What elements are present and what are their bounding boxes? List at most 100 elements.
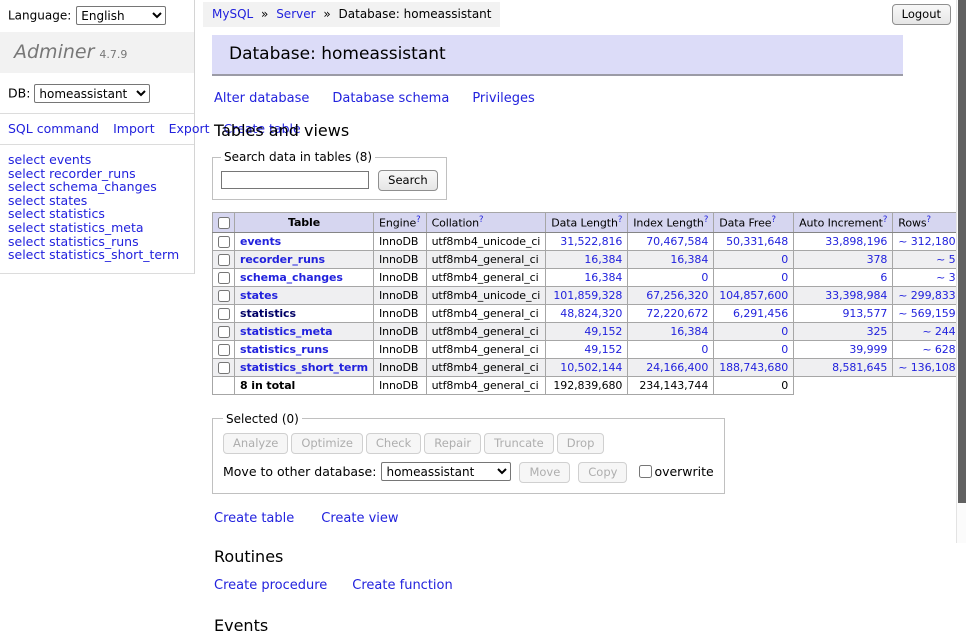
- rows-count-link[interactable]: ~ 628: [922, 343, 955, 356]
- language-select[interactable]: English: [76, 6, 166, 25]
- truncate-button[interactable]: Truncate: [484, 433, 554, 454]
- data-free-link[interactable]: 0: [781, 343, 788, 356]
- breadcrumb-link[interactable]: Server: [276, 7, 315, 21]
- rows-count-link[interactable]: ~ 569,159: [898, 307, 955, 320]
- row-checkbox[interactable]: [218, 362, 230, 374]
- search-button[interactable]: Search: [378, 170, 438, 191]
- table-name-link[interactable]: statistics_meta: [240, 325, 333, 338]
- import-link[interactable]: Import: [113, 121, 155, 136]
- data-free-link[interactable]: 104,857,600: [719, 289, 788, 302]
- auto-increment-link[interactable]: 39,999: [849, 343, 887, 356]
- data-free-link[interactable]: 0: [781, 325, 788, 338]
- column-help-link[interactable]: ?: [883, 215, 887, 225]
- data-length-link[interactable]: 10,502,144: [560, 361, 622, 374]
- privileges-link[interactable]: Privileges: [472, 91, 535, 106]
- create-function-link[interactable]: Create function: [352, 578, 452, 593]
- row-checkbox[interactable]: [218, 290, 230, 302]
- sidebar-table-link[interactable]: statistics_short_term: [49, 247, 179, 262]
- auto-increment-link[interactable]: 6: [880, 271, 887, 284]
- index-length-link[interactable]: 0: [701, 271, 708, 284]
- move-button[interactable]: Move: [519, 462, 570, 483]
- rows-count-link[interactable]: ~ 5: [936, 253, 955, 266]
- rows-count-link[interactable]: ~ 312,180: [898, 235, 955, 248]
- auto-increment-link[interactable]: 8,581,645: [832, 361, 887, 374]
- check-button[interactable]: Check: [366, 433, 421, 454]
- copy-button[interactable]: Copy: [578, 462, 627, 483]
- row-checkbox[interactable]: [218, 254, 230, 266]
- sidebar-select-link[interactable]: select: [8, 247, 45, 262]
- create-table-link[interactable]: Create table: [214, 511, 294, 526]
- auto-increment-link[interactable]: 33,898,196: [825, 235, 887, 248]
- analyze-button[interactable]: Analyze: [223, 433, 288, 454]
- breadcrumb-link[interactable]: MySQL: [212, 7, 253, 21]
- search-input[interactable]: [221, 171, 369, 189]
- total-engine-cell: InnoDB: [374, 376, 427, 394]
- scrollbar-thumb[interactable]: [958, 0, 966, 503]
- row-checkbox[interactable]: [218, 326, 230, 338]
- rows-count-link[interactable]: ~ 299,833: [898, 289, 955, 302]
- row-checkbox[interactable]: [218, 272, 230, 284]
- data-free-link[interactable]: 188,743,680: [719, 361, 788, 374]
- db-select[interactable]: homeassistant: [34, 84, 150, 103]
- data-length-link[interactable]: 49,152: [584, 343, 622, 356]
- rows-count-link[interactable]: ~ 3: [936, 271, 955, 284]
- auto-increment-link[interactable]: 378: [867, 253, 888, 266]
- logout-button[interactable]: Logout: [892, 4, 951, 25]
- data-length-link[interactable]: 16,384: [584, 271, 622, 284]
- data-free-link[interactable]: 0: [781, 271, 788, 284]
- vertical-scrollbar[interactable]: [956, 0, 966, 543]
- repair-button[interactable]: Repair: [424, 433, 481, 454]
- row-checkbox[interactable]: [218, 236, 230, 248]
- column-help-link[interactable]: ?: [704, 215, 708, 225]
- column-help-link[interactable]: ?: [618, 215, 622, 225]
- index-length-link[interactable]: 67,256,320: [646, 289, 708, 302]
- index-length-link[interactable]: 72,220,672: [646, 307, 708, 320]
- column-help-link[interactable]: ?: [926, 215, 930, 225]
- auto-increment-link[interactable]: 913,577: [842, 307, 887, 320]
- create-procedure-link[interactable]: Create procedure: [214, 578, 327, 593]
- rows-count-link[interactable]: ~ 244: [922, 325, 955, 338]
- auto_increment-cell: 6: [794, 268, 893, 286]
- data-length-link[interactable]: 48,824,320: [560, 307, 622, 320]
- export-link[interactable]: Export: [169, 121, 210, 136]
- sidebar-table-list: select eventsselect recorder_runsselect …: [0, 145, 194, 273]
- index-length-link[interactable]: 24,166,400: [646, 361, 708, 374]
- column-header-data-free: Data Free?: [714, 213, 794, 233]
- table-name-link[interactable]: events: [240, 235, 281, 248]
- data-length-link[interactable]: 31,522,816: [560, 235, 622, 248]
- table-name-link[interactable]: statistics_short_term: [240, 361, 368, 374]
- select-all-checkbox[interactable]: [218, 217, 230, 229]
- table-name-link[interactable]: schema_changes: [240, 271, 343, 284]
- table-name-link[interactable]: recorder_runs: [240, 253, 325, 266]
- rows-count-link[interactable]: ~ 136,108: [898, 361, 955, 374]
- column-help-link[interactable]: ?: [771, 215, 775, 225]
- alter-database-link[interactable]: Alter database: [214, 91, 309, 106]
- row-checkbox[interactable]: [218, 344, 230, 356]
- index-length-link[interactable]: 0: [701, 343, 708, 356]
- column-help-link[interactable]: ?: [479, 215, 483, 225]
- data-free-link[interactable]: 6,291,456: [733, 307, 788, 320]
- drop-button[interactable]: Drop: [557, 433, 605, 454]
- overwrite-checkbox[interactable]: [639, 465, 652, 478]
- move-database-select[interactable]: homeassistant: [381, 462, 511, 481]
- create-view-link[interactable]: Create view: [321, 511, 398, 526]
- data-length-link[interactable]: 49,152: [584, 325, 622, 338]
- auto-increment-link[interactable]: 325: [867, 325, 888, 338]
- data-length-link[interactable]: 16,384: [584, 253, 622, 266]
- table-row: eventsInnoDButf8mb4_unicode_ci31,522,816…: [213, 232, 966, 250]
- data-free-link[interactable]: 0: [781, 253, 788, 266]
- data-free-link[interactable]: 50,331,648: [726, 235, 788, 248]
- index-length-link[interactable]: 16,384: [670, 325, 708, 338]
- table-name-link[interactable]: statistics_runs: [240, 343, 329, 356]
- data-length-link[interactable]: 101,859,328: [553, 289, 622, 302]
- index-length-link[interactable]: 16,384: [670, 253, 708, 266]
- row-checkbox[interactable]: [218, 308, 230, 320]
- sql-command-link[interactable]: SQL command: [8, 121, 99, 136]
- column-help-link[interactable]: ?: [416, 215, 420, 225]
- table-name-link[interactable]: states: [240, 289, 278, 302]
- auto-increment-link[interactable]: 33,398,984: [825, 289, 887, 302]
- optimize-button[interactable]: Optimize: [291, 433, 363, 454]
- index-length-link[interactable]: 70,467,584: [646, 235, 708, 248]
- table-name-link[interactable]: statistics: [240, 307, 296, 320]
- database-schema-link[interactable]: Database schema: [332, 91, 449, 106]
